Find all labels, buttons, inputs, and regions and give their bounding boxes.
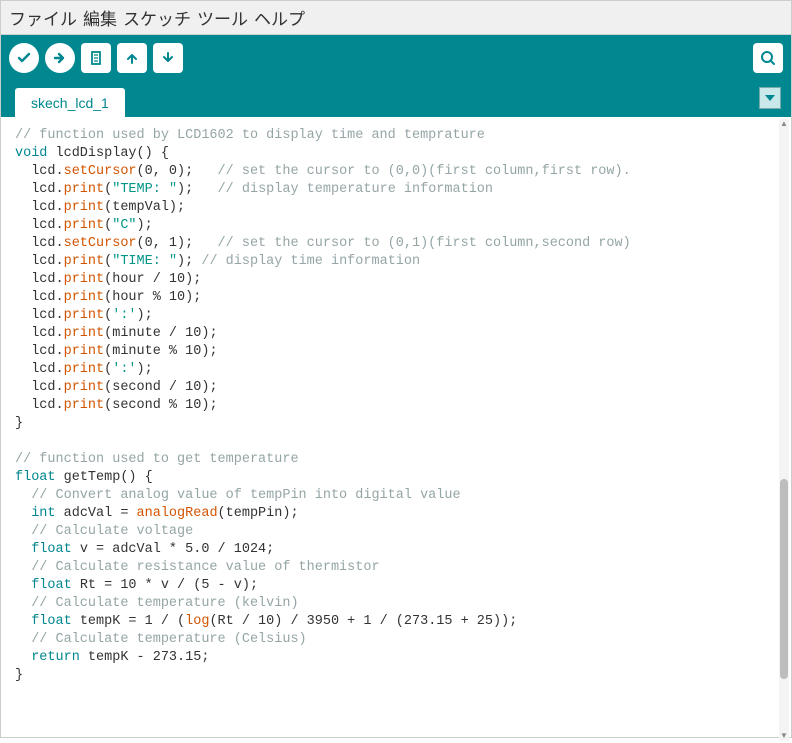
code-token: (minute % 10); [104, 344, 217, 359]
code-token: lcd. [15, 164, 64, 179]
code-token: } [15, 668, 23, 683]
code-token: print [64, 218, 105, 233]
code-token: print [64, 272, 105, 287]
code-token: (minute / 10); [104, 326, 217, 341]
toolbar [1, 35, 791, 81]
code-token: print [64, 344, 105, 359]
code-token: lcd. [15, 200, 64, 215]
code-token: void [15, 146, 47, 161]
code-token: ); [137, 218, 153, 233]
code-token: lcd. [15, 254, 64, 269]
code-token: lcd. [15, 236, 64, 251]
code-token: lcd. [15, 398, 64, 413]
code-token: int [15, 506, 56, 521]
code-token: // set the cursor to (0,1)(first column,… [218, 236, 631, 251]
scroll-up-icon[interactable]: ▲ [779, 119, 789, 129]
code-token: print [64, 308, 105, 323]
new-button[interactable] [81, 43, 111, 73]
menu-help[interactable]: ヘルプ [254, 5, 305, 30]
code-token: print [64, 254, 105, 269]
code-token: lcd. [15, 362, 64, 377]
code-token: return [15, 650, 80, 665]
menu-file[interactable]: ファイル [9, 5, 77, 30]
serial-monitor-button[interactable] [753, 43, 783, 73]
code-token: (second / 10); [104, 380, 217, 395]
code-token: setCursor [64, 164, 137, 179]
code-token: "TEMP: " [112, 182, 177, 197]
code-token: float [15, 614, 72, 629]
code-token: // Calculate resistance value of thermis… [15, 560, 380, 575]
code-editor[interactable]: // function used by LCD1602 to display t… [1, 117, 791, 743]
scroll-thumb[interactable] [780, 479, 788, 679]
menu-sketch[interactable]: スケッチ [123, 5, 191, 30]
code-token: Rt = 10 * v / (5 - v); [72, 578, 258, 593]
menu-bar: ファイル 編集 スケッチ ツール ヘルプ [1, 1, 791, 35]
code-token: "C" [112, 218, 136, 233]
code-token: lcd. [15, 218, 64, 233]
code-token: lcd. [15, 380, 64, 395]
code-token: (tempPin); [218, 506, 299, 521]
code-token: print [64, 326, 105, 341]
code-token: (0, 0); [137, 164, 218, 179]
code-token: setCursor [64, 236, 137, 251]
code-token: print [64, 362, 105, 377]
code-token: // function used to get temperature [15, 452, 299, 467]
tab-dropdown-icon[interactable] [759, 87, 781, 109]
code-token: // set the cursor to (0,0)(first column,… [218, 164, 631, 179]
code-token: v = adcVal * 5.0 / 1024; [72, 542, 275, 557]
code-token: log [185, 614, 209, 629]
code-token: getTemp() { [56, 470, 153, 485]
code-token: print [64, 200, 105, 215]
code-token: (hour / 10); [104, 272, 201, 287]
scrollbar[interactable]: ▲ ▼ [779, 119, 789, 741]
code-token: adcVal = [56, 506, 137, 521]
code-token: (0, 1); [137, 236, 218, 251]
code-token: ); [137, 308, 153, 323]
code-token: ); [177, 182, 218, 197]
code-token: tempK = 1 / ( [72, 614, 185, 629]
code-token: // Calculate temperature (kelvin) [15, 596, 299, 611]
code-line: // function used by LCD1602 to display t… [15, 128, 485, 143]
code-token: lcd. [15, 272, 64, 287]
code-token: (second % 10); [104, 398, 217, 413]
code-token: print [64, 182, 105, 197]
code-token: float [15, 470, 56, 485]
menu-tools[interactable]: ツール [197, 5, 248, 30]
save-button[interactable] [153, 43, 183, 73]
code-token: print [64, 380, 105, 395]
code-token: lcd. [15, 326, 64, 341]
scroll-down-icon[interactable]: ▼ [779, 731, 789, 741]
code-token: float [15, 542, 72, 557]
code-token: float [15, 578, 72, 593]
menu-edit[interactable]: 編集 [83, 5, 117, 30]
upload-button[interactable] [45, 43, 75, 73]
code-token: // display time information [201, 254, 420, 269]
code-token: lcdDisplay() { [47, 146, 169, 161]
code-token: // Calculate temperature (Celsius) [15, 632, 307, 647]
code-token: ); [137, 362, 153, 377]
code-token: } [15, 416, 23, 431]
code-token: analogRead [137, 506, 218, 521]
code-token: // Calculate voltage [15, 524, 193, 539]
code-token: // display temperature information [218, 182, 493, 197]
code-token: (tempVal); [104, 200, 185, 215]
open-button[interactable] [117, 43, 147, 73]
code-token: ':' [112, 308, 136, 323]
code-token: lcd. [15, 344, 64, 359]
code-token: ); [177, 254, 201, 269]
code-token: (hour % 10); [104, 290, 201, 305]
code-token: (Rt / 10) / 3950 + 1 / (273.15 + 25)); [209, 614, 517, 629]
code-token: lcd. [15, 290, 64, 305]
code-token: lcd. [15, 308, 64, 323]
code-token: lcd. [15, 182, 64, 197]
code-token: "TIME: " [112, 254, 177, 269]
code-token: print [64, 290, 105, 305]
code-token: // Convert analog value of tempPin into … [15, 488, 461, 503]
verify-button[interactable] [9, 43, 39, 73]
code-token: ':' [112, 362, 136, 377]
tab-sketch[interactable]: skech_lcd_1 [15, 88, 125, 117]
code-token: tempK - 273.15; [80, 650, 210, 665]
code-token: print [64, 398, 105, 413]
tab-bar: skech_lcd_1 [1, 81, 791, 117]
